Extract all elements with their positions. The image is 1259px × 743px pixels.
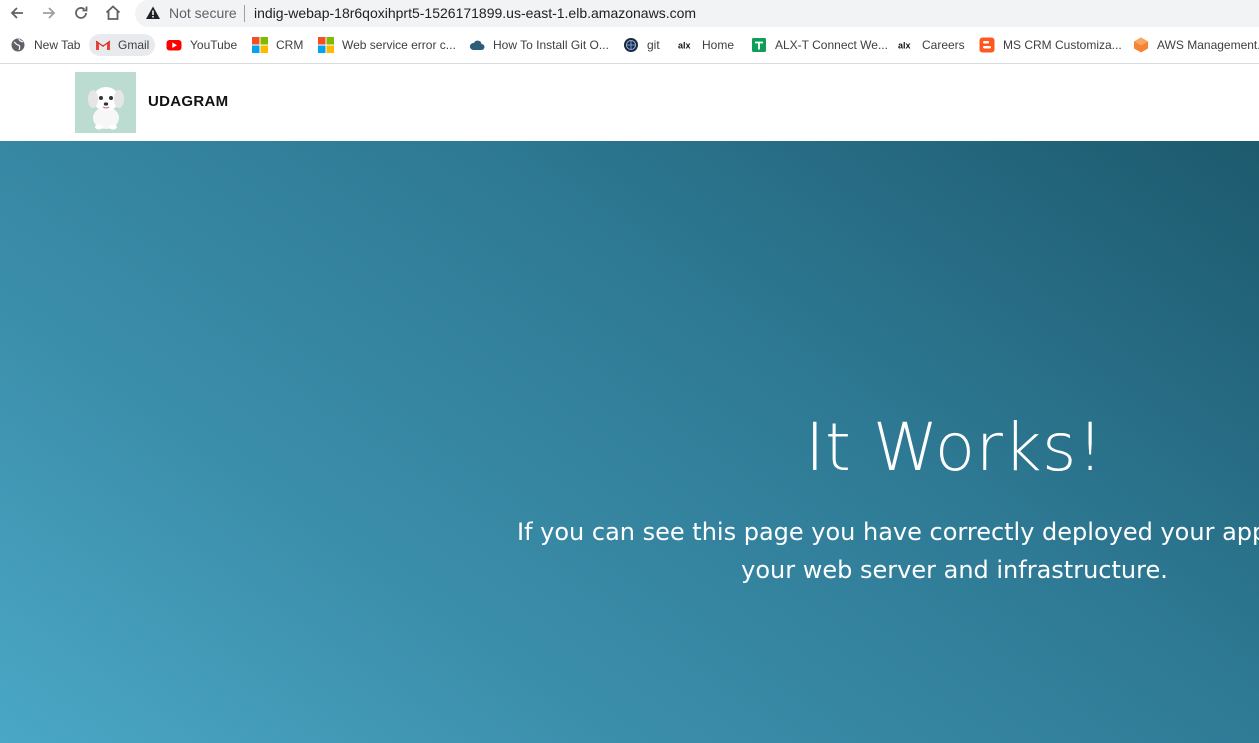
microsoft-icon: [318, 37, 334, 53]
bookmark-label: YouTube: [190, 38, 238, 52]
aws-icon: [1133, 37, 1149, 53]
dog-icon: [88, 87, 124, 130]
url-text[interactable]: indig-webap-18r6qoxihprt5-1526171899.us-…: [254, 5, 696, 21]
home-button[interactable]: [101, 2, 125, 24]
microsoft-icon: [252, 37, 268, 53]
globe-icon: [623, 37, 639, 53]
bookmark-label: MS CRM Customiza...: [1003, 38, 1122, 52]
bookmark-aws-management[interactable]: AWS Management...: [1133, 34, 1259, 56]
forward-button[interactable]: [37, 2, 61, 24]
bookmark-label: ALX-T Connect We...: [775, 38, 888, 52]
gmail-icon: [95, 37, 111, 53]
bookmark-web-service-error[interactable]: Web service error c...: [318, 34, 456, 56]
alx-icon: alx: [678, 37, 696, 53]
youtube-icon: [166, 37, 182, 53]
site-brand[interactable]: UDAGRAM: [148, 93, 228, 110]
warning-icon[interactable]: [145, 5, 161, 21]
bookmark-label: CRM: [276, 38, 304, 52]
bookmark-install-git[interactable]: How To Install Git O...: [469, 34, 609, 56]
bookmark-label: Home: [702, 38, 735, 52]
hero-section: It Works! If you can see this page you h…: [0, 141, 1259, 743]
hero-line-1: If you can see this page you have correc…: [517, 518, 1259, 546]
bookmark-label: New Tab: [34, 38, 81, 52]
bookmark-alx-t-connect[interactable]: ALX-T Connect We...: [751, 34, 888, 56]
bookmark-gmail[interactable]: Gmail: [89, 34, 156, 56]
sheets-icon: [751, 37, 767, 53]
bookmarks-bar: New Tab Gmail YouTube CRM Web service er…: [0, 27, 1259, 64]
arrow-left-icon: [10, 7, 23, 19]
bookmark-label: AWS Management...: [1157, 38, 1259, 52]
address-bar-row: Not secure indig-webap-18r6qoxihprt5-152…: [0, 0, 1259, 27]
home-icon: [105, 5, 121, 20]
alx-icon: alx: [898, 37, 916, 53]
bookmark-label: How To Install Git O...: [493, 38, 609, 52]
bookmark-label: git: [647, 38, 660, 52]
bookmark-label: Gmail: [118, 38, 150, 52]
blogger-icon: [979, 37, 995, 53]
cloud-icon: [469, 37, 485, 53]
back-button[interactable]: [5, 2, 29, 24]
security-label[interactable]: Not secure: [169, 5, 237, 21]
bookmark-careers[interactable]: alx Careers: [898, 34, 965, 56]
svg-text:alx: alx: [678, 41, 691, 51]
bookmark-label: Web service error c...: [342, 38, 456, 52]
reload-button[interactable]: [69, 2, 93, 24]
bookmark-crm[interactable]: CRM: [252, 34, 303, 56]
bookmark-new-tab[interactable]: New Tab: [10, 34, 80, 56]
globe-icon: [10, 37, 26, 53]
bookmark-label: Careers: [922, 38, 965, 52]
site-header: UDAGRAM: [0, 64, 1259, 141]
bookmark-git[interactable]: git: [623, 34, 660, 56]
hero-title: It Works!: [805, 409, 1104, 486]
bookmark-youtube[interactable]: YouTube: [166, 34, 237, 56]
arrow-right-icon: [43, 7, 56, 19]
bookmark-ms-crm[interactable]: MS CRM Customiza...: [979, 34, 1122, 56]
hero-description: If you can see this page you have correc…: [0, 513, 1259, 589]
svg-text:alx: alx: [898, 41, 911, 51]
hero-line-2: your web server and infrastructure.: [741, 556, 1168, 584]
reload-icon: [75, 6, 88, 19]
omnibox-divider: [244, 5, 245, 22]
dog-logo[interactable]: [75, 72, 136, 133]
bookmark-home[interactable]: alx Home: [678, 34, 734, 56]
